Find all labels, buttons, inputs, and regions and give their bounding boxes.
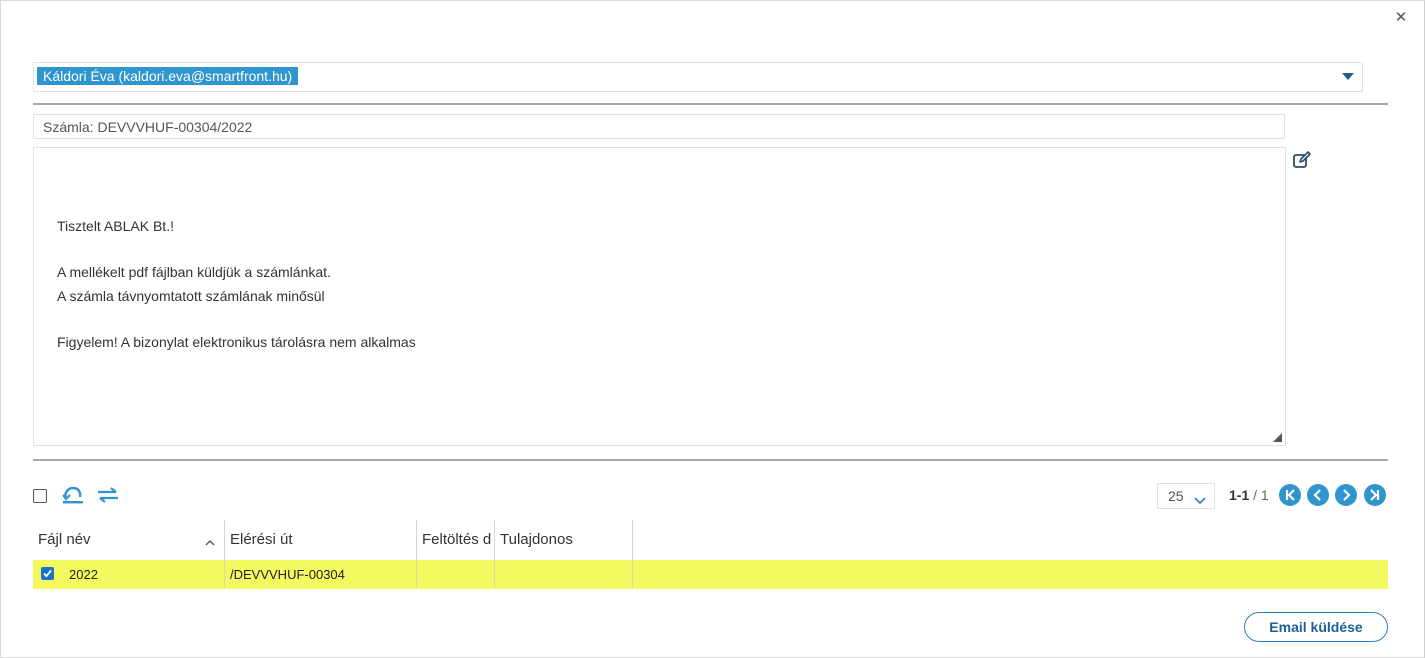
last-page-icon[interactable] xyxy=(1364,484,1386,506)
table-row[interactable]: 2022 /DEVVVHUF-00304 xyxy=(33,560,1388,589)
chevron-down-icon xyxy=(1194,489,1206,513)
dropdown-caret-icon[interactable] xyxy=(1342,73,1354,80)
resize-handle[interactable] xyxy=(1273,433,1282,442)
recipient-chip[interactable]: Káldori Éva (kaldori.eva@smartfront.hu) xyxy=(37,67,299,85)
cell-path: /DEVVVHUF-00304 xyxy=(230,567,345,582)
grid-header: Fájl név Elérési út Feltöltés d Tulajdon… xyxy=(33,520,1388,589)
page-size-select[interactable]: 25 xyxy=(1157,483,1215,509)
next-page-icon[interactable] xyxy=(1335,484,1357,506)
page-size-value: 25 xyxy=(1168,488,1184,504)
send-email-button[interactable]: Email küldése xyxy=(1244,612,1388,642)
column-header-path[interactable]: Elérési út xyxy=(225,520,416,560)
message-line: A mellékelt pdf fájlban küldjük a számlá… xyxy=(57,264,331,280)
column-separator xyxy=(416,560,417,589)
message-line: Figyelem! A bizonylat elektronikus tárol… xyxy=(57,334,416,350)
prev-page-icon[interactable] xyxy=(1307,484,1329,506)
column-separator xyxy=(494,560,495,589)
divider xyxy=(33,459,1388,461)
column-separator xyxy=(632,560,633,589)
page-range: 1-1 xyxy=(1229,487,1250,503)
edit-icon[interactable] xyxy=(1292,150,1312,170)
column-separator xyxy=(224,560,225,589)
select-all-checkbox[interactable] xyxy=(33,489,47,503)
sort-asc-icon[interactable] xyxy=(205,534,215,546)
page-info: 1-1 / 1 xyxy=(1229,487,1269,503)
subject-input[interactable]: Számla: DEVVVHUF-00304/2022 xyxy=(33,114,1285,139)
cell-file-name: 2022 xyxy=(69,567,98,582)
page-separator: / xyxy=(1253,487,1258,503)
checkbox-checked-icon[interactable] xyxy=(41,567,54,580)
column-header-file-name[interactable]: Fájl név xyxy=(33,520,223,560)
swap-icon[interactable] xyxy=(96,485,120,505)
divider xyxy=(33,103,1388,105)
close-icon[interactable]: ✕ xyxy=(1393,10,1409,26)
message-line: A számla távnyomtatott számlának minősül xyxy=(57,288,325,304)
recipient-select[interactable]: Káldori Éva (kaldori.eva@smartfront.hu) xyxy=(33,62,1363,92)
column-header-upload-date[interactable]: Feltöltés d xyxy=(417,520,494,560)
refresh-icon[interactable] xyxy=(61,485,85,505)
column-header-owner[interactable]: Tulajdonos xyxy=(495,520,632,560)
page-total: 1 xyxy=(1260,487,1269,503)
message-line: Tisztelt ABLAK Bt.! xyxy=(57,218,174,234)
message-body-editor[interactable]: Tisztelt ABLAK Bt.! A mellékelt pdf fájl… xyxy=(33,147,1286,446)
first-page-icon[interactable] xyxy=(1279,484,1301,506)
